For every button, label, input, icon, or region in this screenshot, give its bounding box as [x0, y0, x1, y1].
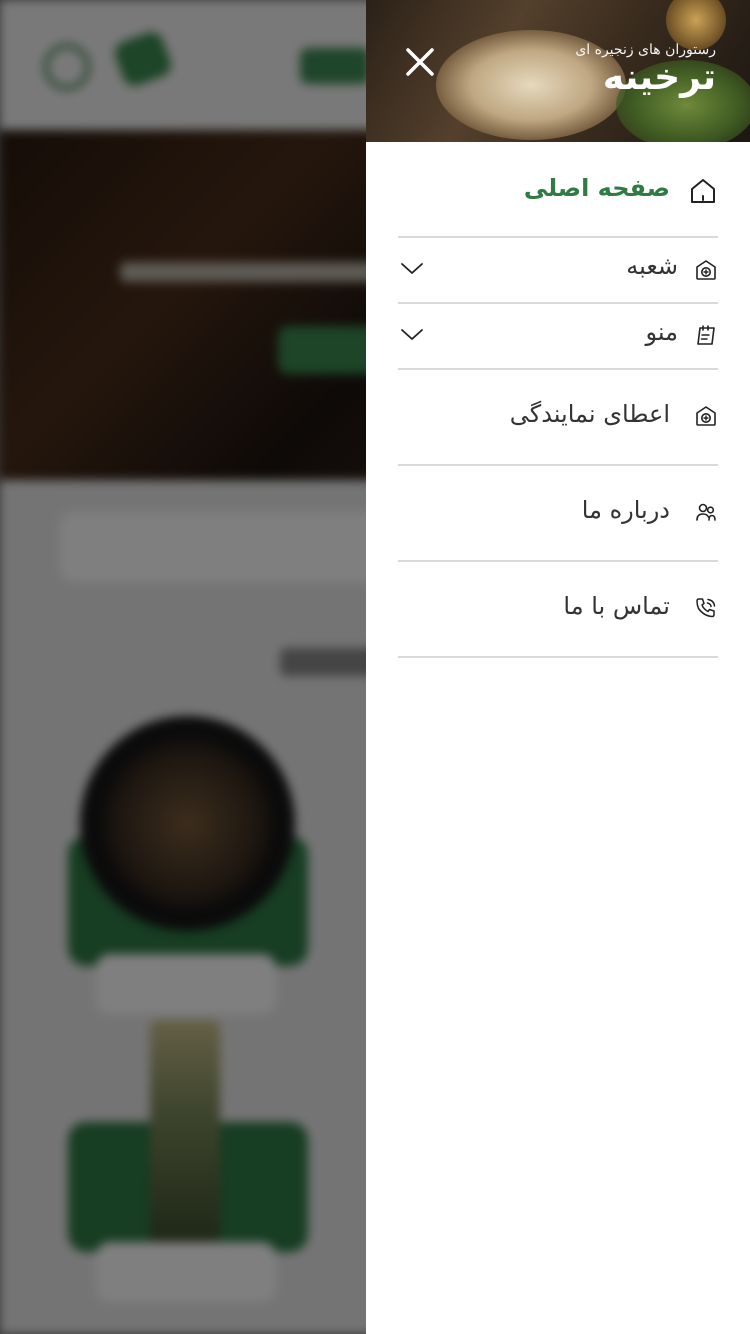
menu-item-menu[interactable]: منو — [398, 304, 718, 370]
brand-name: ترخینه — [602, 57, 716, 98]
menu-item-about[interactable]: درباره ما — [398, 466, 718, 562]
drawer-banner: رستوران های زنجیره ای ترخینه — [366, 0, 750, 142]
close-icon — [406, 48, 434, 76]
menu-item-label: منو — [645, 318, 679, 346]
menu-item-label: درباره ما — [581, 496, 670, 524]
brand-logo: رستوران های زنجیره ای ترخینه — [575, 42, 716, 98]
chevron-down-icon[interactable] — [400, 326, 424, 342]
menu-item-label: اعطای نمایندگی — [509, 400, 670, 428]
home-icon — [691, 179, 715, 203]
chevron-down-icon[interactable] — [400, 260, 424, 276]
phone-icon — [696, 598, 716, 618]
menu-item-contact[interactable]: تماس با ما — [398, 562, 718, 658]
menu-item-branch[interactable]: شعبه — [398, 238, 718, 304]
agency-icon — [696, 406, 716, 426]
brand-tagline: رستوران های زنجیره ای — [575, 42, 716, 58]
close-button[interactable] — [402, 44, 438, 80]
drawer-menu: صفحه اصلی شعبه منو اعطای نمایندگی درباره… — [398, 142, 718, 658]
branch-icon — [696, 260, 716, 280]
menu-item-agency[interactable]: اعطای نمایندگی — [398, 370, 718, 466]
menu-item-label: شعبه — [626, 252, 678, 280]
users-icon — [696, 503, 716, 521]
menu-item-home[interactable]: صفحه اصلی — [398, 142, 718, 238]
menu-item-label: تماس با ما — [563, 592, 670, 620]
menu-book-icon — [697, 325, 715, 345]
menu-item-label: صفحه اصلی — [523, 174, 670, 202]
side-drawer: رستوران های زنجیره ای ترخینه صفحه اصلی ش… — [366, 0, 750, 1334]
